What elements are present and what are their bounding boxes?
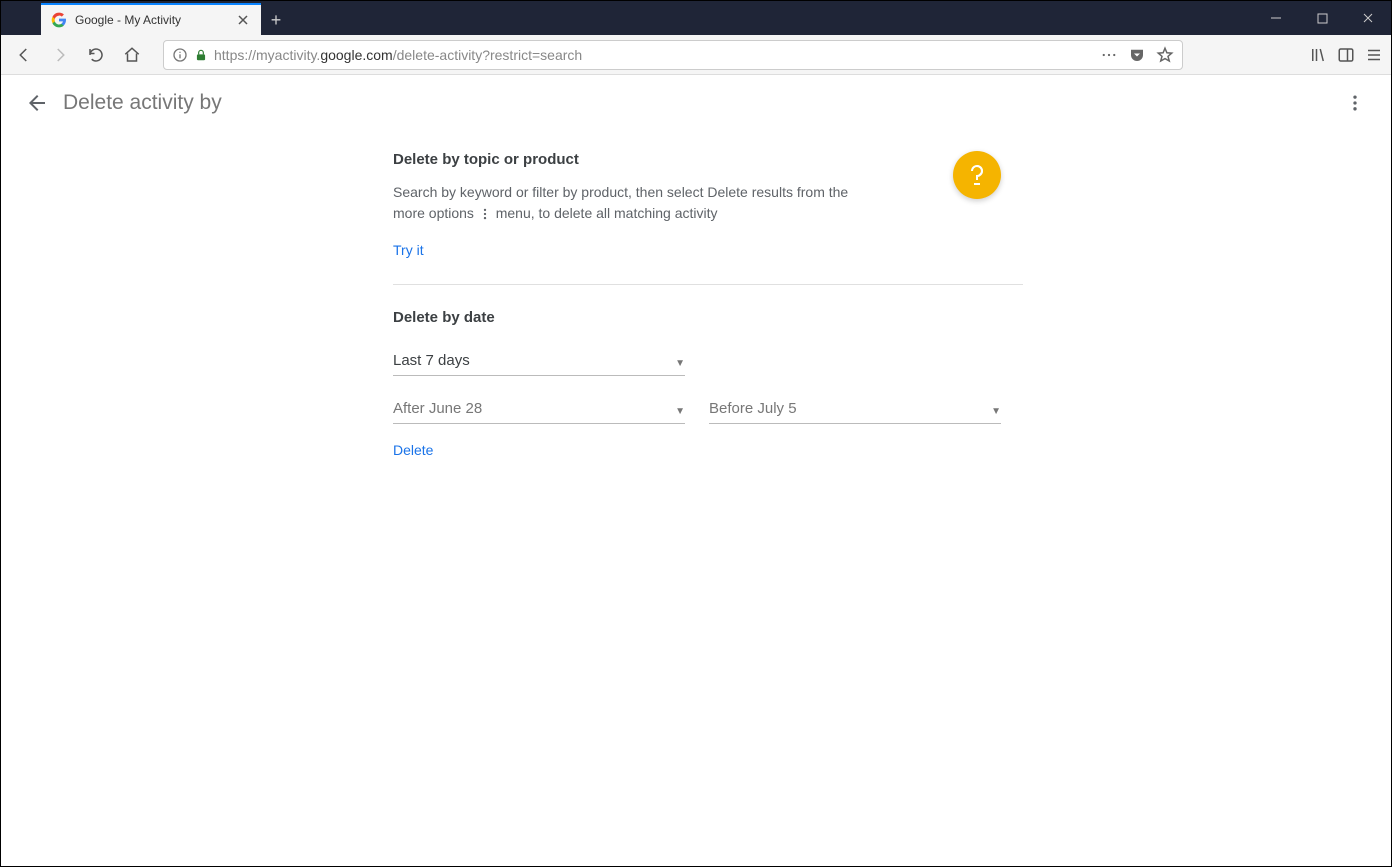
home-button[interactable] xyxy=(117,40,147,70)
after-date-select[interactable]: After June 28 ▼ xyxy=(393,392,685,424)
date-heading: Delete by date xyxy=(393,309,1023,326)
tab-close-icon[interactable] xyxy=(235,12,251,28)
date-range-value: Last 7 days xyxy=(393,352,470,369)
browser-toolbar: https://myactivity.google.com/delete-act… xyxy=(1,35,1391,75)
page-title: Delete activity by xyxy=(63,91,222,115)
help-fab[interactable] xyxy=(953,151,1001,199)
browser-tab[interactable]: Google - My Activity xyxy=(41,3,261,35)
sidebar-icon[interactable] xyxy=(1337,46,1355,64)
back-arrow-button[interactable] xyxy=(17,83,57,123)
before-date-select[interactable]: Before July 5 ▼ xyxy=(709,392,1001,424)
try-it-link[interactable]: Try it xyxy=(393,242,424,258)
favicon-icon xyxy=(51,12,67,28)
maximize-button[interactable] xyxy=(1299,1,1345,35)
lock-icon xyxy=(194,48,208,62)
topic-description: Search by keyword or filter by product, … xyxy=(393,182,883,224)
main-content: Delete by topic or product Search by key… xyxy=(1,131,1391,460)
pocket-icon[interactable] xyxy=(1128,46,1146,64)
nav-back-button[interactable] xyxy=(9,40,39,70)
browser-titlebar: Google - My Activity + xyxy=(1,1,1391,35)
before-date-value: Before July 5 xyxy=(709,400,797,417)
more-options-button[interactable] xyxy=(1335,83,1375,123)
site-info-icon[interactable] xyxy=(172,47,188,63)
date-range-select[interactable]: Last 7 days ▼ xyxy=(393,344,685,376)
library-icon[interactable] xyxy=(1309,46,1327,64)
dropdown-icon: ▼ xyxy=(991,406,1001,417)
url-bar[interactable]: https://myactivity.google.com/delete-act… xyxy=(163,40,1183,70)
reload-button[interactable] xyxy=(81,40,111,70)
url-text: https://myactivity.google.com/delete-act… xyxy=(214,47,1094,63)
more-vert-icon xyxy=(478,207,492,221)
delete-by-topic-section: Delete by topic or product Search by key… xyxy=(393,151,1023,285)
close-window-button[interactable] xyxy=(1345,1,1391,35)
new-tab-button[interactable]: + xyxy=(261,5,291,35)
app-header: Delete activity by xyxy=(1,75,1391,131)
delete-link[interactable]: Delete xyxy=(393,442,433,458)
window-controls xyxy=(1253,1,1391,35)
delete-by-date-section: Delete by date Last 7 days ▼ After June … xyxy=(393,285,1023,460)
nav-forward-button xyxy=(45,40,75,70)
dropdown-icon: ▼ xyxy=(675,406,685,417)
after-date-value: After June 28 xyxy=(393,400,482,417)
tab-title: Google - My Activity xyxy=(75,13,235,27)
page-actions-icon[interactable] xyxy=(1100,46,1118,64)
dropdown-icon: ▼ xyxy=(675,358,685,369)
topic-heading: Delete by topic or product xyxy=(393,151,1023,168)
menu-icon[interactable] xyxy=(1365,46,1383,64)
minimize-button[interactable] xyxy=(1253,1,1299,35)
bookmark-icon[interactable] xyxy=(1156,46,1174,64)
